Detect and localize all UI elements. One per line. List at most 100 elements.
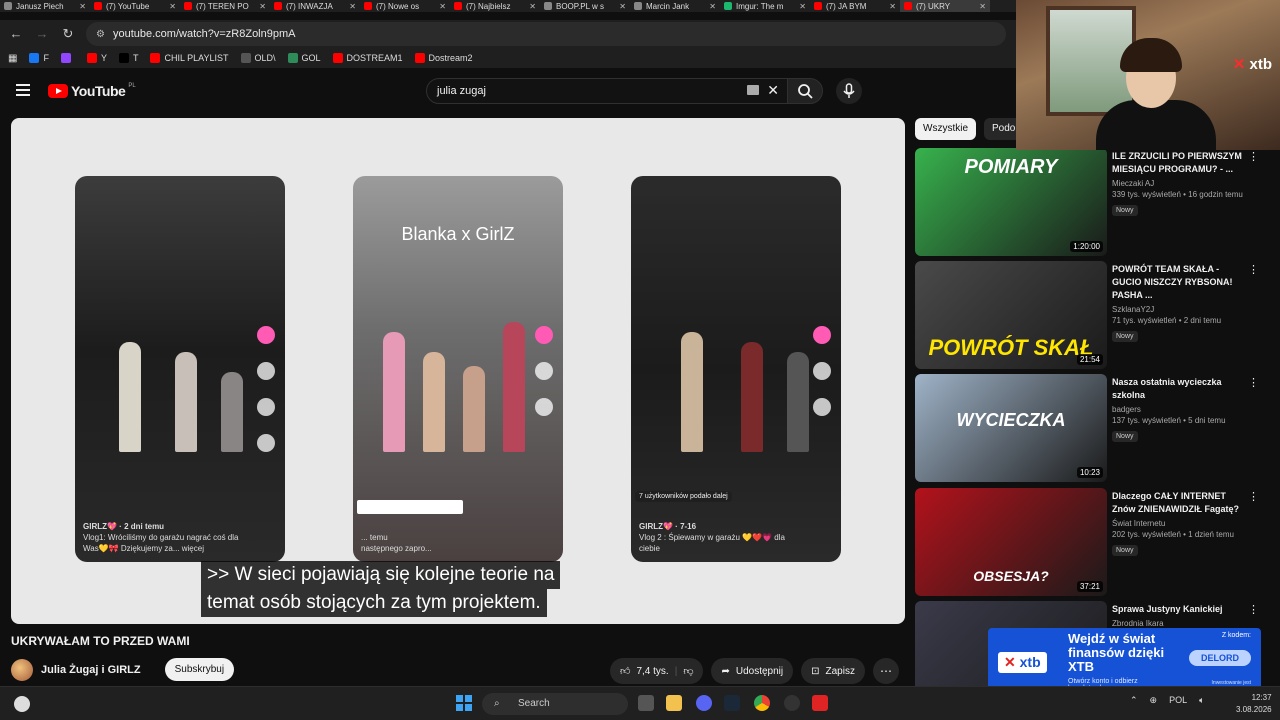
video-duration: 1:20:00 [1070, 241, 1103, 252]
channel-name[interactable]: Julia Żugaj i GIRLZ [41, 664, 141, 676]
back-icon[interactable]: ← [8, 26, 24, 42]
tab-close-icon[interactable]: ✕ [799, 2, 806, 11]
tab-close-icon[interactable]: ✕ [259, 2, 266, 11]
thumbs-down-icon[interactable]: 👎︎ [683, 665, 693, 677]
browser-tab[interactable]: (7) TEREN PO ✕ [180, 0, 270, 12]
bookmark-item[interactable]: CHIL PLAYLIST [150, 53, 229, 63]
windows-start-icon[interactable] [456, 695, 472, 711]
windows-taskbar: ⌕ Search ⌃ ⊕ POL 🔈︎ 12:37 3.08.2026 [0, 686, 1280, 720]
bookmark-item[interactable]: F [29, 53, 49, 63]
task-view-icon[interactable] [638, 695, 654, 711]
red-app-icon[interactable] [812, 695, 828, 711]
apps-grid-icon[interactable]: ▦ [8, 53, 17, 64]
steam-icon[interactable] [724, 695, 740, 711]
tab-close-icon[interactable]: ✕ [709, 2, 716, 11]
search-button[interactable] [787, 78, 823, 104]
file-explorer-icon[interactable] [666, 695, 682, 711]
tab-close-icon[interactable]: ✕ [349, 2, 356, 11]
tab-close-icon[interactable]: ✕ [439, 2, 446, 11]
browser-tab[interactable]: Janusz Piech ✕ [0, 0, 90, 12]
youtube-logo[interactable]: YouTube PL [48, 83, 136, 99]
like-button[interactable]: 👍︎ 7,4 tys. | 👎︎ [610, 658, 704, 684]
tab-favicon-icon [454, 2, 462, 10]
volume-icon[interactable]: 🔈︎ [1199, 695, 1204, 706]
browser-tab[interactable]: (7) INWAZJA ✕ [270, 0, 360, 12]
recommended-channel[interactable]: SzklanaY2J [1112, 305, 1247, 314]
more-actions-button[interactable]: ⋯ [872, 658, 899, 684]
discord-icon[interactable] [696, 695, 712, 711]
recommended-video[interactable]: POMIARY 1:20:00 ILE ZRZUCILI PO PIERWSZYM … [915, 148, 1267, 256]
forward-icon[interactable]: → [34, 26, 50, 42]
tab-favicon-icon [4, 2, 12, 10]
voice-search-button[interactable] [836, 78, 862, 104]
menu-icon[interactable] [16, 84, 30, 96]
recommended-video[interactable]: OBSESJA? 37:21 Dlaczego CAŁY INTERNET Znów… [915, 488, 1267, 596]
save-button[interactable]: ⊡ Zapisz [801, 658, 865, 684]
recommended-channel[interactable]: Zbrodnia Ikara [1112, 619, 1247, 628]
recommended-video[interactable]: POWRÓT SKAŁ 21:54 POWRÓT TEAM SKAŁA - GUCI… [915, 261, 1267, 369]
reload-icon[interactable]: ↻ [60, 26, 76, 42]
subscribe-button[interactable]: Subskrybuj [164, 658, 235, 681]
clip-3-scene [661, 312, 811, 452]
bookmark-item[interactable]: GOL [287, 53, 321, 63]
video-player[interactable]: GIRLZ💖 · 2 dni temu Vlog1: Wróciliśmy do… [11, 118, 905, 624]
language-indicator[interactable]: POL [1169, 695, 1187, 706]
url-field[interactable]: ⚙ youtube.com/watch?v=zR8Zoln9pmA [86, 22, 1006, 46]
more-options-icon[interactable]: ⋮ [1248, 263, 1259, 276]
tray-overflow-icon[interactable]: ⌃ [1130, 695, 1138, 706]
bookmark-item[interactable]: Dostream2 [414, 53, 473, 63]
recommended-channel[interactable]: Mieczaki AJ [1112, 179, 1247, 188]
search-input[interactable]: julia zugaj ✕ [426, 78, 788, 104]
keyboard-icon[interactable] [747, 85, 759, 95]
tiktok-clip-2: Blanka x GirlZ ... temu następnego zapro… [353, 176, 563, 562]
bookmark-item[interactable]: DOSTREAM1 [332, 53, 403, 63]
bookmark-favicon-icon [60, 53, 71, 63]
recommended-thumbnail[interactable]: WYCIECZKA 10:23 [915, 374, 1107, 482]
recommended-thumbnail[interactable]: OBSESJA? 37:21 [915, 488, 1107, 596]
chip-all[interactable]: Wszystkie [915, 118, 976, 140]
recommended-title[interactable]: POWRÓT TEAM SKAŁA - GUCIO NISZCZY RYBSON… [1112, 263, 1247, 302]
recommended-title[interactable]: ILE ZRZUCILI PO PIERWSZYM MIESIĄCU PROGR… [1112, 150, 1247, 176]
browser-tab[interactable]: (7) YouTube ✕ [90, 0, 180, 12]
tab-close-icon[interactable]: ✕ [79, 2, 86, 11]
more-options-icon[interactable]: ⋮ [1248, 603, 1259, 616]
recommended-thumbnail[interactable]: POMIARY 1:20:00 [915, 148, 1107, 256]
more-options-icon[interactable]: ⋮ [1248, 150, 1259, 163]
more-options-icon[interactable]: ⋮ [1248, 490, 1259, 503]
recommended-thumbnail[interactable]: POWRÓT SKAŁ 21:54 [915, 261, 1107, 369]
browser-tab[interactable]: (7) JA BYM ✕ [810, 0, 900, 12]
recommended-title[interactable]: Dlaczego CAŁY INTERNET Znów ZNIENAWIDZIŁ… [1112, 490, 1247, 516]
recommended-channel[interactable]: badgers [1112, 405, 1247, 414]
browser-tab[interactable]: (7) UKRY ✕ [900, 0, 990, 12]
more-options-icon[interactable]: ⋮ [1248, 376, 1259, 389]
share-button[interactable]: ➦ Udostępnij [711, 658, 794, 684]
obs-icon[interactable] [784, 695, 800, 711]
taskbar-search[interactable]: ⌕ Search [482, 693, 628, 715]
weather-widget-icon[interactable] [14, 696, 30, 712]
browser-tab[interactable]: Marcin Jank ✕ [630, 0, 720, 12]
taskbar-clock[interactable]: 12:37 3.08.2026 [1236, 692, 1272, 716]
browser-tab[interactable]: (7) Nowe os ✕ [360, 0, 450, 12]
bookmark-item[interactable]: OLD\ [240, 53, 276, 63]
bookmark-favicon-icon [332, 53, 343, 63]
tab-close-icon[interactable]: ✕ [529, 2, 536, 11]
recommended-title[interactable]: Nasza ostatnia wycieczka szkolna [1112, 376, 1247, 402]
bookmark-item[interactable] [60, 53, 75, 63]
clear-search-icon[interactable]: ✕ [767, 82, 779, 99]
recommended-video[interactable]: WYCIECZKA 10:23 Nasza ostatnia wycieczka s… [915, 374, 1267, 482]
chrome-icon[interactable] [754, 695, 770, 711]
recommended-channel[interactable]: Świat Internetu [1112, 519, 1247, 528]
browser-tab[interactable]: Imgur: The m ✕ [720, 0, 810, 12]
channel-avatar[interactable] [11, 658, 33, 681]
tray-network-icon[interactable]: ⊕ [1150, 695, 1158, 706]
recommended-title[interactable]: Sprawa Justyny Kanickiej [1112, 603, 1247, 616]
tab-close-icon[interactable]: ✕ [619, 2, 626, 11]
tab-close-icon[interactable]: ✕ [979, 2, 986, 11]
tab-close-icon[interactable]: ✕ [889, 2, 896, 11]
bookmark-item[interactable]: Y [86, 53, 107, 63]
tab-close-icon[interactable]: ✕ [169, 2, 176, 11]
browser-tab[interactable]: (7) Najbielsz ✕ [450, 0, 540, 12]
site-info-icon[interactable]: ⚙ [96, 29, 105, 40]
browser-tab[interactable]: BOOP.PL w s ✕ [540, 0, 630, 12]
bookmark-item[interactable]: T [118, 53, 138, 63]
